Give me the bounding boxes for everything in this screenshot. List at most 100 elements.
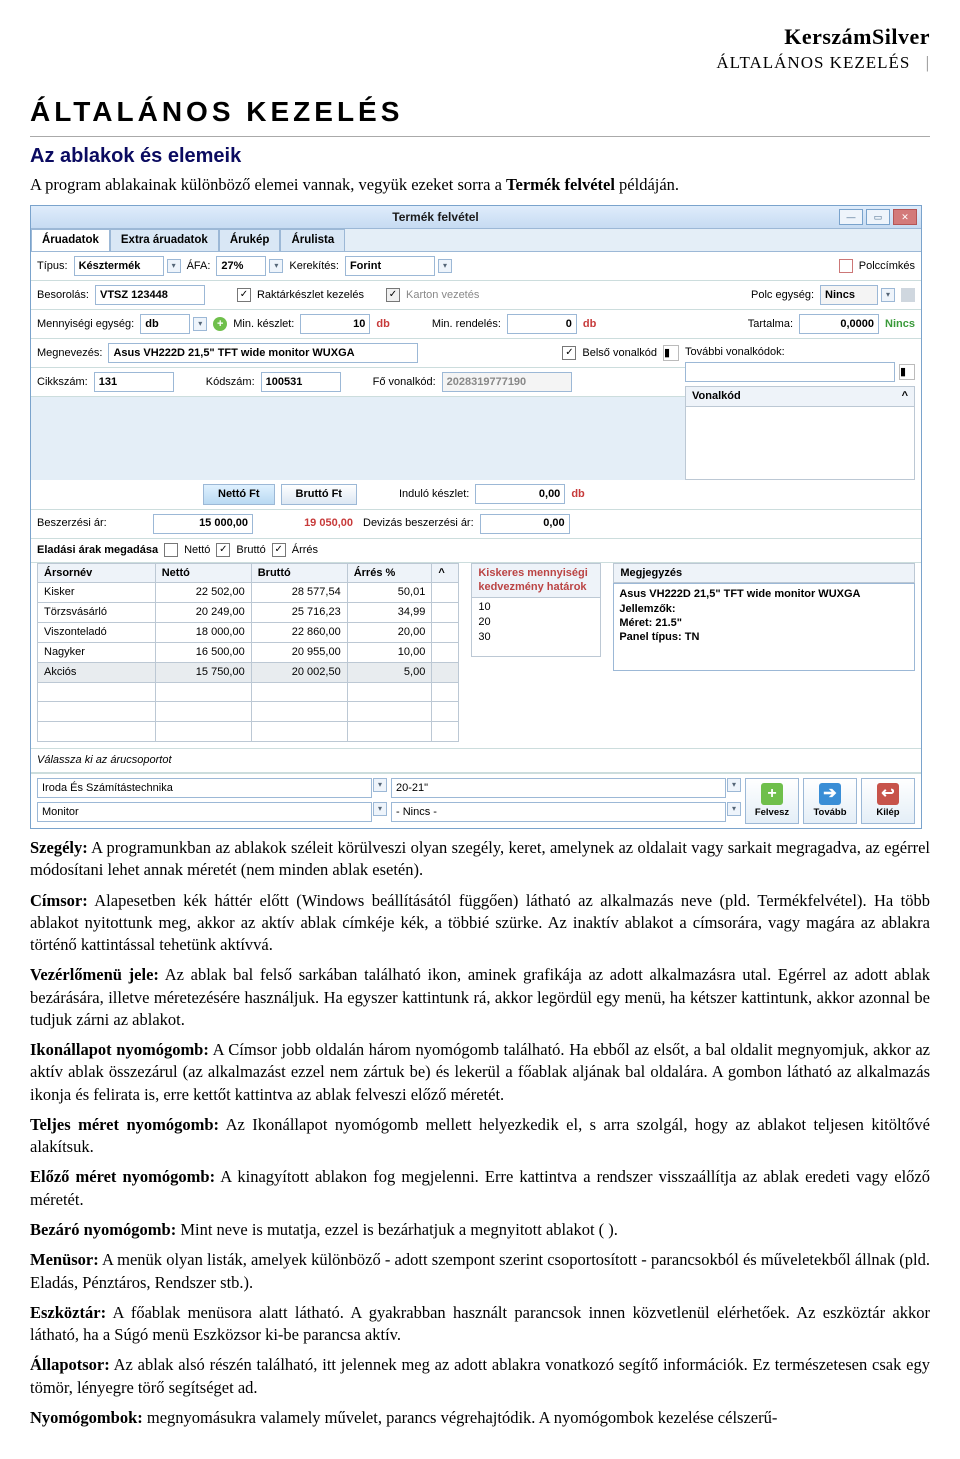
me-add-icon[interactable]: + — [213, 317, 227, 331]
brand: KerszámSilver — [30, 22, 930, 52]
kerek-dd-icon[interactable]: ▾ — [438, 259, 452, 273]
polcegyseg-icon[interactable] — [901, 288, 915, 302]
kerek-field[interactable]: Forint — [345, 256, 435, 276]
price-hdr-brutto: Bruttó — [251, 563, 347, 583]
mink-field[interactable]: 10 — [300, 314, 370, 334]
p-nyomogombok: Nyomógombok: megnyomásukra valamely műve… — [30, 1407, 930, 1429]
tovabb-button[interactable]: ➔Tovább — [803, 778, 857, 824]
plus-icon: + — [761, 783, 783, 805]
p-teljesmeret: Teljes méret nyomógomb: Az Ikonállapot n… — [30, 1114, 930, 1159]
tab-arukep[interactable]: Árukép — [219, 229, 281, 252]
me-field[interactable]: db — [140, 314, 190, 334]
price-hdr-sort[interactable]: ^ — [432, 563, 459, 583]
karton-label: Karton vezetés — [406, 288, 479, 303]
minimize-button[interactable]: — — [839, 209, 863, 225]
section-line: ÁLTALÁNOS KEZELÉS | — [30, 52, 930, 75]
table-row: Kisker22 502,0028 577,5450,01 — [38, 583, 459, 603]
subheading: Az ablakok és elemeik — [30, 136, 930, 170]
row-beszer: Beszerzési ár: 15 000,00 19 050,00 Deviz… — [31, 510, 921, 539]
tart-field[interactable]: 0,0000 — [799, 314, 879, 334]
row-megnev: Megnevezés: Asus VH222D 21,5" TFT wide m… — [31, 339, 685, 368]
row-menny: Mennyiségi egység: db▾ + Min. készlet: 1… — [31, 310, 921, 339]
netto-button[interactable]: Nettó Ft — [203, 484, 275, 505]
minr-field[interactable]: 0 — [507, 314, 577, 334]
group-sel-3[interactable]: 20-21" — [391, 778, 726, 798]
memo-box[interactable]: Asus VH222D 21,5" TFT wide monitor WUXGA… — [613, 583, 915, 671]
eladasi-netto-chk[interactable] — [164, 543, 178, 557]
tab-extra[interactable]: Extra áruadatok — [110, 229, 219, 252]
cs-field[interactable]: 131 — [94, 372, 174, 392]
barcode-list[interactable] — [685, 407, 915, 480]
p-bezaro: Bezáró nyomógomb: Mint neve is mutatja, … — [30, 1219, 930, 1241]
table-row — [38, 682, 459, 702]
eladasi-brutto-chk[interactable]: ✓ — [216, 543, 230, 557]
p-ikonallapot: Ikonállapot nyomógomb: A Címsor jobb old… — [30, 1039, 930, 1106]
group-sel-2[interactable]: Monitor — [37, 802, 372, 822]
maximize-button[interactable]: ▭ — [866, 209, 890, 225]
tipus-field[interactable]: Késztermék — [74, 256, 164, 276]
kilep-button[interactable]: ↩Kilép — [861, 778, 915, 824]
g4-dd[interactable]: ▾ — [727, 802, 741, 816]
tab-strip: Áruadatok Extra áruadatok Árukép Árulist… — [31, 229, 921, 253]
row-type: Típus: Késztermék▾ ÁFA: 27%▾ Kerekítés: … — [31, 252, 921, 281]
tov-vk-field[interactable] — [685, 362, 895, 382]
raktarkeszlet-checkbox[interactable]: ✓ — [237, 288, 251, 302]
bar-char: | — [926, 53, 930, 72]
g2-dd[interactable]: ▾ — [373, 802, 387, 816]
afa-field[interactable]: 27% — [216, 256, 266, 276]
g1-dd[interactable]: ▾ — [373, 778, 387, 792]
polccimkes-checkbox[interactable] — [839, 259, 853, 273]
p-allapotsor: Állapotsor: Az ablak alsó részén találha… — [30, 1354, 930, 1399]
price-hdr-arres: Árrés % — [347, 563, 432, 583]
besz-field[interactable]: 15 000,00 — [153, 514, 253, 534]
price-table[interactable]: Ársornév Nettó Bruttó Árrés % ^ Kisker22… — [37, 563, 459, 743]
row-cikkszam: Cikkszám: 131 Kódszám: 100531 Fő vonalkó… — [31, 368, 685, 397]
disc-box[interactable]: 10 20 30 — [471, 598, 601, 657]
besor-field[interactable]: VTSZ 123448 — [95, 285, 205, 305]
indulo-label: Induló készlet: — [399, 487, 469, 502]
group-sel-4[interactable]: - Nincs - — [391, 802, 726, 822]
brutto-button[interactable]: Bruttó Ft — [281, 484, 357, 505]
mink-unit: db — [376, 317, 389, 332]
belso-vk-checkbox[interactable]: ✓ — [562, 346, 576, 360]
group-label: Válassza ki az árucsoportot — [37, 753, 172, 768]
group-sel-1[interactable]: Iroda És Számítástechnika — [37, 778, 372, 798]
ks-field[interactable]: 100531 — [261, 372, 341, 392]
felvesz-button[interactable]: +Felvesz — [745, 778, 799, 824]
fv-field[interactable]: 2028319777190 — [442, 372, 572, 392]
belso-vk-label: Belső vonalkód — [582, 346, 657, 361]
tov-barcode-icon[interactable]: ▮ — [899, 364, 915, 380]
barcode-list-header: Vonalkód ^ — [685, 386, 915, 407]
p-eszkoztar: Eszköztár: A főablak menüsora alatt láth… — [30, 1302, 930, 1347]
g3-dd[interactable]: ▾ — [727, 778, 741, 792]
close-button[interactable]: ✕ — [893, 209, 917, 225]
besz-label: Beszerzési ár: — [37, 516, 147, 531]
tab-aruadatok[interactable]: Áruadatok — [31, 229, 110, 252]
ks-label: Kódszám: — [206, 375, 255, 390]
table-row — [38, 722, 459, 742]
title-bar[interactable]: Termék felvétel — ▭ ✕ — [31, 206, 921, 229]
dev-field[interactable]: 0,00 — [480, 514, 570, 534]
tab-arulista[interactable]: Árulista — [280, 229, 345, 252]
kerek-label: Kerekítés: — [289, 259, 339, 274]
me-dd-icon[interactable]: ▾ — [193, 317, 207, 331]
raktarkeszlet-label: Raktárkészlet kezelés — [257, 288, 364, 303]
megnev-field[interactable]: Asus VH222D 21,5" TFT wide monitor WUXGA — [108, 343, 418, 363]
fv-label: Fő vonalkód: — [373, 375, 436, 390]
mink-label: Min. készlet: — [233, 317, 294, 332]
memo-hdr: Megjegyzés — [613, 563, 915, 584]
tov-vk-label: További vonalkódok: — [685, 343, 915, 362]
indulo-field[interactable]: 0,00 — [475, 484, 565, 504]
polcegyseg-field[interactable]: Nincs — [820, 285, 878, 305]
barcode-icon[interactable]: ▮ — [663, 345, 679, 361]
polcegyseg-dd-icon[interactable]: ▾ — [881, 288, 895, 302]
eladasi-arres-chk[interactable]: ✓ — [272, 543, 286, 557]
cs-label: Cikkszám: — [37, 375, 88, 390]
afa-dd-icon[interactable]: ▾ — [269, 259, 283, 273]
tipus-dd-icon[interactable]: ▾ — [167, 259, 181, 273]
section-name: ÁLTALÁNOS KEZELÉS — [716, 53, 910, 72]
besor-label: Besorolás: — [37, 288, 89, 303]
besz-brutto: 19 050,00 — [259, 515, 357, 533]
karton-checkbox[interactable]: ✓ — [386, 288, 400, 302]
minr-unit: db — [583, 317, 596, 332]
